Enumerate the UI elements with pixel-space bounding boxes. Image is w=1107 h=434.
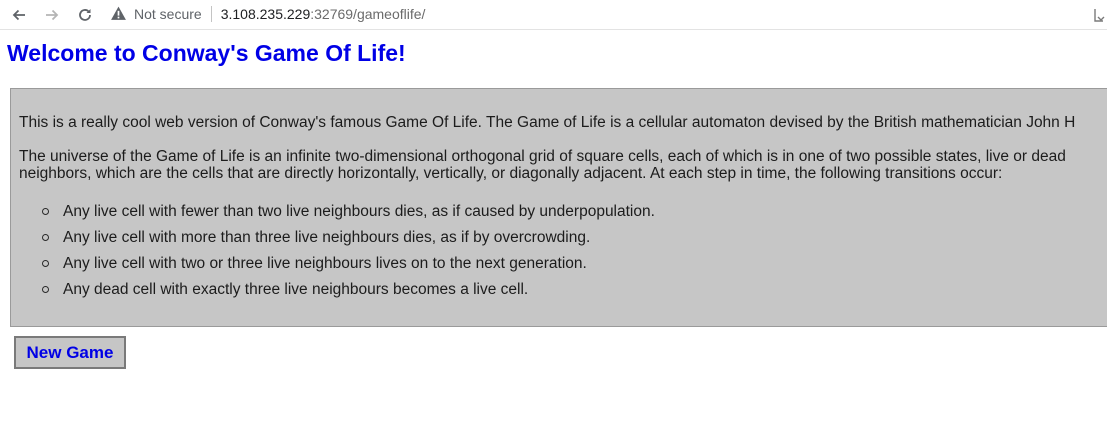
circle-bullet-icon [42,286,49,293]
rule-text: Any dead cell with exactly three live ne… [63,281,529,298]
universe-paragraph-line-1: The universe of the Game of Life is an i… [19,148,1066,165]
rule-text: Any live cell with more than three live … [63,229,591,246]
url-path[interactable]: :32769/gameoflife/ [310,6,425,22]
tab-search-icon[interactable] [1093,8,1105,22]
list-item: Any live cell with more than three live … [11,229,655,255]
list-item: Any dead cell with exactly three live ne… [11,281,655,307]
intro-paragraph: This is a really cool web version of Con… [19,114,1076,131]
forward-arrow-icon[interactable] [41,4,63,26]
new-game-button[interactable]: New Game [14,336,126,369]
warning-icon[interactable] [110,5,128,23]
security-label[interactable]: Not secure [134,6,202,22]
back-arrow-icon[interactable] [8,4,30,26]
universe-paragraph-line-2: neighbors, which are the cells that are … [19,165,1003,182]
circle-bullet-icon [42,234,49,241]
page-title: Welcome to Conway's Game Of Life! [7,40,406,66]
page-content: Welcome to Conway's Game Of Life! This i… [0,31,1107,434]
rules-list: Any live cell with fewer than two live n… [11,203,655,307]
rule-text: Any live cell with two or three live nei… [63,255,587,272]
address-bar[interactable]: Not secure 3.108.235.229:32769/gameoflif… [110,3,425,25]
circle-bullet-icon [42,208,49,215]
rule-text: Any live cell with fewer than two live n… [63,203,655,220]
browser-toolbar: Not secure 3.108.235.229:32769/gameoflif… [0,0,1107,30]
description-box: This is a really cool web version of Con… [10,88,1107,327]
url-host[interactable]: 3.108.235.229 [221,6,311,22]
reload-icon[interactable] [74,4,96,26]
circle-bullet-icon [42,260,49,267]
list-item: Any live cell with fewer than two live n… [11,203,655,229]
url-separator [210,6,212,22]
list-item: Any live cell with two or three live nei… [11,255,655,281]
